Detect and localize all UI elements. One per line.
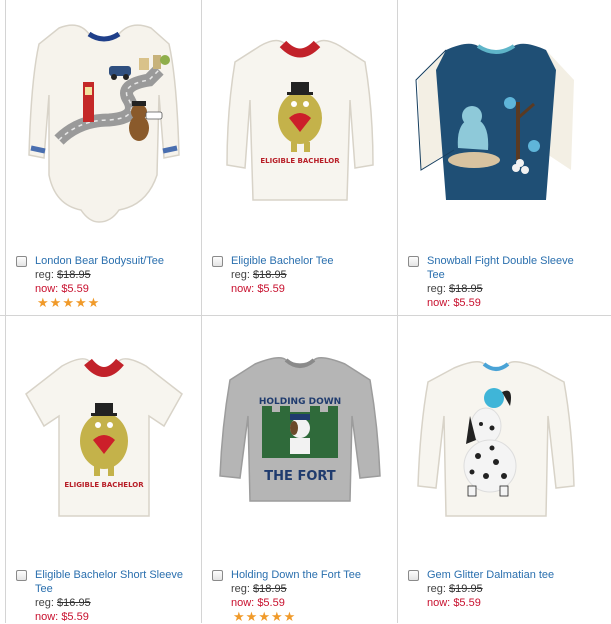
product-name-link[interactable]: Snowball Fight Double Sleeve Tee — [427, 254, 577, 282]
product-image[interactable] — [6, 0, 201, 232]
snowball-fight-tee-image — [414, 43, 574, 200]
regular-price: reg: $19.95 — [427, 583, 483, 595]
sale-price-value: $5.59 — [257, 597, 285, 609]
product-name-link[interactable]: Holding Down the Fort Tee — [231, 568, 381, 582]
eligible-bachelor-tee-image: ELIGIBLE BACHELOR — [225, 39, 374, 201]
graphic-text-bottom: THE FORT — [264, 469, 336, 484]
compare-checkbox[interactable] — [212, 570, 223, 581]
product-image[interactable] — [398, 0, 593, 232]
star-icon: ★ — [245, 609, 259, 624]
product-image[interactable] — [398, 316, 593, 548]
regular-price: reg: $16.95 — [35, 597, 91, 609]
graphic-text: ELIGIBLE BACHELOR — [64, 481, 144, 489]
rating-stars: ★★★★★ — [233, 609, 297, 624]
product-grid: London Bear Bodysuit/Tee reg: $18.95 now… — [0, 0, 611, 623]
regular-price-value: $18.95 — [253, 583, 287, 595]
graphic-text: ELIGIBLE BACHELOR — [260, 157, 340, 165]
star-icon: ★ — [283, 609, 297, 624]
graphic-text-top: HOLDING DOWN — [258, 397, 340, 407]
product-image[interactable]: ELIGIBLE BACHELOR — [202, 0, 397, 232]
sale-price: now: $5.59 — [427, 297, 481, 309]
sale-price: now: $5.59 — [427, 597, 481, 609]
compare-checkbox[interactable] — [16, 256, 27, 267]
star-icon: ★ — [37, 295, 50, 310]
london-bear-bodysuit-image — [27, 24, 180, 223]
star-icon: ★ — [62, 295, 75, 310]
sale-price: now: $5.59 — [231, 597, 285, 609]
sale-price: now: $5.59 — [35, 611, 89, 623]
star-icon: ★ — [87, 295, 101, 310]
regular-price: reg: $18.95 — [231, 583, 287, 595]
regular-price: reg: $18.95 — [35, 269, 91, 281]
product-name-link[interactable]: Gem Glitter Dalmatian tee — [427, 568, 577, 582]
regular-price: reg: $18.95 — [231, 269, 287, 281]
regular-price-value: $18.95 — [253, 269, 287, 281]
star-icon: ★ — [258, 609, 271, 624]
product-name-link[interactable]: Eligible Bachelor Short Sleeve Tee — [35, 568, 185, 596]
compare-checkbox[interactable] — [16, 570, 27, 581]
sale-price-value: $5.59 — [453, 297, 481, 309]
star-icon: ★ — [233, 609, 246, 624]
star-icon: ★ — [270, 609, 284, 624]
product-name-link[interactable]: London Bear Bodysuit/Tee — [35, 254, 185, 268]
sale-price-value: $5.59 — [453, 597, 481, 609]
eligible-bachelor-short-sleeve-image: ELIGIBLE BACHELOR — [24, 358, 183, 517]
sale-price-value: $5.59 — [257, 283, 285, 295]
rating-stars: ★★★★★ — [37, 295, 101, 310]
regular-price-value: $16.95 — [57, 597, 91, 609]
star-icon: ★ — [49, 295, 63, 310]
gem-glitter-dalmatian-image — [416, 361, 575, 517]
sale-price-value: $5.59 — [61, 611, 89, 623]
sale-price-value: $5.59 — [61, 283, 89, 295]
regular-price: reg: $18.95 — [427, 283, 483, 295]
product-image[interactable]: HOLDING DOWN THE FORT — [202, 316, 397, 548]
regular-price-value: $18.95 — [57, 269, 91, 281]
sale-price: now: $5.59 — [35, 283, 89, 295]
product-name-link[interactable]: Eligible Bachelor Tee — [231, 254, 381, 268]
product-image[interactable]: ELIGIBLE BACHELOR — [6, 316, 201, 548]
sale-price: now: $5.59 — [231, 283, 285, 295]
compare-checkbox[interactable] — [408, 256, 419, 267]
star-icon: ★ — [74, 295, 88, 310]
regular-price-value: $18.95 — [449, 283, 483, 295]
holding-down-the-fort-image: HOLDING DOWN THE FORT — [218, 357, 381, 502]
regular-price-value: $19.95 — [449, 583, 483, 595]
compare-checkbox[interactable] — [212, 256, 223, 267]
compare-checkbox[interactable] — [408, 570, 419, 581]
